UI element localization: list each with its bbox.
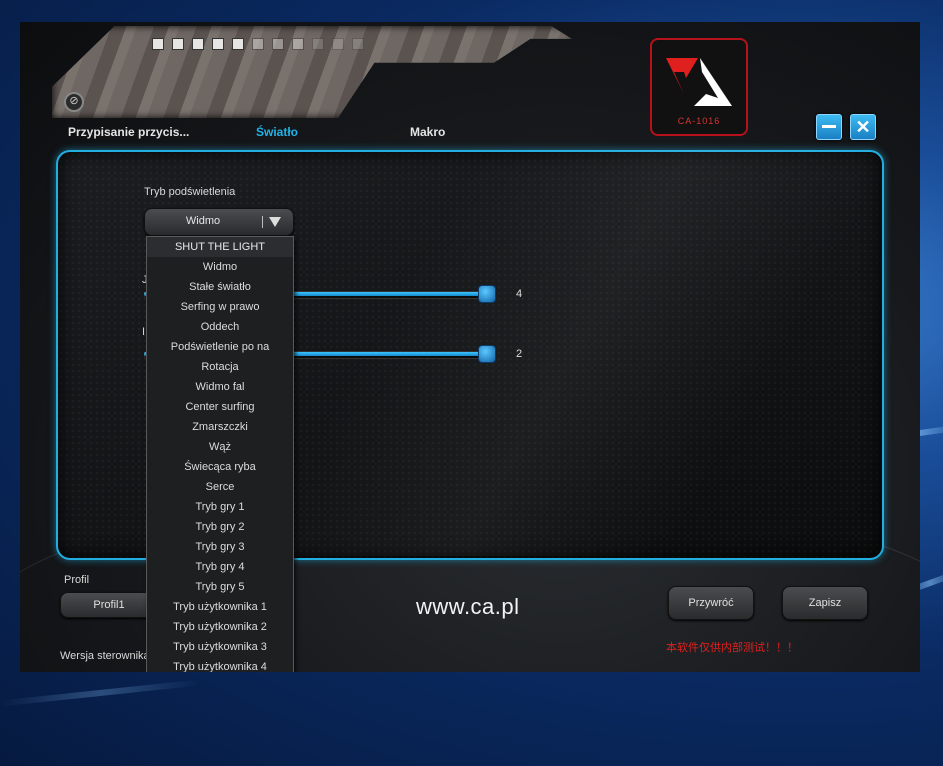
driver-version-label: Wersja sterownika — [60, 650, 150, 662]
slider-thumb[interactable] — [478, 285, 496, 303]
internal-test-warning: 本软件仅供内部测试！！！ — [666, 642, 798, 654]
tab-macro[interactable]: Makro — [410, 125, 445, 139]
dropdown-option[interactable]: Rotacja — [147, 357, 293, 377]
dropdown-option[interactable]: Tryb gry 3 — [147, 537, 293, 557]
restore-button[interactable]: Przywróć — [668, 586, 754, 620]
slider-thumb[interactable] — [478, 345, 496, 363]
save-button[interactable]: Zapisz — [782, 586, 868, 620]
header-blade-art: ⊘ — [52, 26, 572, 118]
profile-label: Profil — [64, 574, 90, 586]
dropdown-option[interactable]: Wąż — [147, 437, 293, 457]
brightness-slider-value: 2 — [516, 348, 523, 360]
dropdown-option[interactable]: Zmarszczki — [147, 417, 293, 437]
lighting-mode-label: Tryb podświetlenia — [144, 186, 236, 198]
close-button[interactable]: ✕ — [850, 114, 876, 140]
website-url: www.ca.pl — [416, 594, 520, 619]
screw-icon: ⊘ — [64, 92, 84, 112]
dropdown-option[interactable]: Tryb użytkownika 2 — [147, 617, 293, 637]
dropdown-option[interactable]: Tryb użytkownika 3 — [147, 637, 293, 657]
slider2-label: I — [142, 326, 146, 338]
dropdown-option[interactable]: Tryb gry 4 — [147, 557, 293, 577]
dropdown-option[interactable]: Stałe światło — [147, 277, 293, 297]
dropdown-option[interactable]: Tryb użytkownika 1 — [147, 597, 293, 617]
minimize-icon — [822, 125, 836, 128]
dropdown-option[interactable]: Center surfing — [147, 397, 293, 417]
dropdown-option[interactable]: Serce — [147, 477, 293, 497]
speed-slider-value: 4 — [516, 288, 523, 300]
dropdown-option[interactable]: Widmo fal — [147, 377, 293, 397]
tab-button-assignment[interactable]: Przypisanie przycis... — [68, 125, 189, 139]
dropdown-option[interactable]: Tryb użytkownika 4 — [147, 657, 293, 672]
desktop-streak — [0, 679, 200, 707]
minimize-button[interactable] — [816, 114, 842, 140]
dropdown-option[interactable]: Oddech — [147, 317, 293, 337]
lighting-mode-select[interactable]: Widmo — [144, 208, 294, 236]
dropdown-option[interactable]: Podświetlenie po na — [147, 337, 293, 357]
dropdown-option[interactable]: Tryb gry 5 — [147, 577, 293, 597]
dropdown-option[interactable]: SHUT THE LIGHT — [147, 237, 293, 257]
profile-select[interactable]: Profil1 — [60, 592, 158, 618]
dropdown-option[interactable]: Tryb gry 1 — [147, 497, 293, 517]
app-window: ⊘ CA-1016 Przypisanie przycis... Światło… — [20, 22, 920, 672]
lighting-mode-dropdown-list: SHUT THE LIGHT Widmo Stałe światło Serfing … — [146, 236, 294, 672]
lighting-mode-value: Widmo — [185, 215, 221, 227]
dropdown-separator — [262, 216, 263, 228]
close-icon: ✕ — [855, 117, 871, 137]
dropdown-option[interactable]: Widmo — [147, 257, 293, 277]
dropdown-option[interactable]: Świecąca ryba — [147, 457, 293, 477]
dropdown-option[interactable]: Serfing w prawo — [147, 297, 293, 317]
tab-lighting[interactable]: Światło — [256, 125, 298, 139]
brand-logo: CA-1016 — [650, 38, 748, 136]
dropdown-option[interactable]: Tryb gry 2 — [147, 517, 293, 537]
chevron-down-icon — [269, 217, 281, 227]
